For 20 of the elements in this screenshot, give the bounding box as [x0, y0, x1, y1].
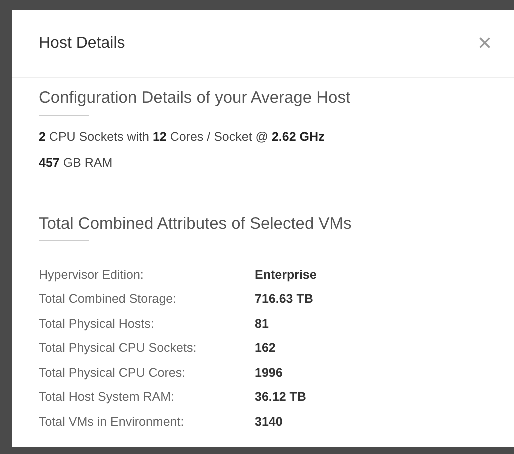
section-heading: Configuration Details of your Average Host — [39, 88, 352, 109]
attribute-value: 1996 — [255, 364, 283, 382]
attribute-label: Total Physical CPU Cores: — [39, 364, 187, 382]
config-text: 2 CPU Sockets with 12 Cores / Socket @ 2.62 GHz — [39, 129, 326, 146]
attribute-value: 162 — [255, 340, 276, 358]
close-button[interactable]: × — [478, 32, 492, 56]
config-text: 457 GB RAM — [39, 155, 114, 172]
attribute-value: 716.63 TB — [255, 291, 314, 308]
attribute-value: 81 — [255, 316, 269, 333]
attribute-label: Hypervisor Edition: — [39, 266, 145, 284]
attribute-value: 36.12 TB — [255, 389, 306, 406]
attribute-label: Total Physical CPU Sockets: — [39, 340, 198, 358]
attribute-label: Total Physical Hosts: — [39, 316, 156, 333]
attribute-label: Total Combined Storage: — [39, 291, 178, 308]
section-heading: Total Combined Attributes of Selected VMs — [39, 214, 353, 235]
attribute-value: 3140 — [255, 414, 283, 431]
dialog-title: Host Details — [39, 34, 126, 54]
attribute-label: Total VMs in Environment: — [39, 414, 186, 431]
attribute-label: Total Host System RAM: — [39, 389, 176, 406]
attribute-value: Enterprise — [255, 266, 317, 284]
